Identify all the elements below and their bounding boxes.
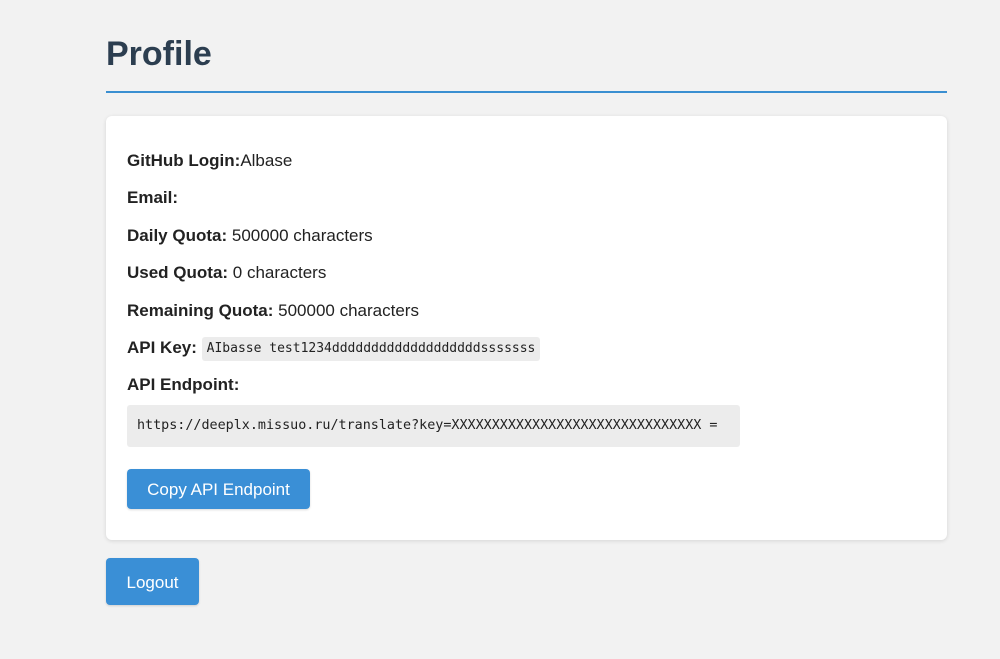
- api-endpoint-label: API Endpoint:: [127, 375, 240, 394]
- api-key-value[interactable]: AIbasse test1234dddddddddddddddddddsssss…: [201, 337, 541, 361]
- profile-card: GitHub Login:Albase Email: Daily Quota: …: [106, 116, 947, 540]
- daily-quota-label: Daily Quota:: [127, 226, 228, 245]
- remaining-quota-row: Remaining Quota: 500000 characters: [127, 299, 419, 323]
- email-row: Email:: [127, 186, 178, 210]
- api-endpoint-row: API Endpoint:: [127, 373, 239, 397]
- email-label: Email:: [127, 188, 179, 207]
- remaining-quota-value: 500000 characters: [278, 301, 419, 320]
- used-quota-label: Used Quota:: [127, 263, 229, 282]
- title-divider: [106, 91, 947, 93]
- github-login-row: GitHub Login:Albase: [127, 149, 292, 173]
- used-quota-value: 0 characters: [232, 263, 327, 282]
- copy-api-endpoint-button[interactable]: Copy API Endpoint: [127, 469, 310, 509]
- used-quota-row: Used Quota: 0 characters: [127, 261, 326, 285]
- page-title: Profile: [106, 35, 212, 73]
- profile-page: Profile GitHub Login:Albase Email: Daily…: [0, 0, 1000, 659]
- api-key-label: API Key:: [127, 338, 197, 357]
- github-login-label: GitHub Login:: [127, 151, 241, 170]
- daily-quota-row: Daily Quota: 500000 characters: [127, 224, 373, 248]
- api-endpoint-value[interactable]: https://deeplx.missuo.ru/translate?key=X…: [127, 405, 740, 447]
- remaining-quota-label: Remaining Quota:: [127, 301, 274, 320]
- daily-quota-value: 500000 characters: [231, 226, 373, 245]
- api-key-row: API Key: AIbasse test1234ddddddddddddddd…: [127, 336, 541, 361]
- github-login-value: Albase: [240, 151, 293, 170]
- logout-button[interactable]: Logout: [106, 558, 199, 605]
